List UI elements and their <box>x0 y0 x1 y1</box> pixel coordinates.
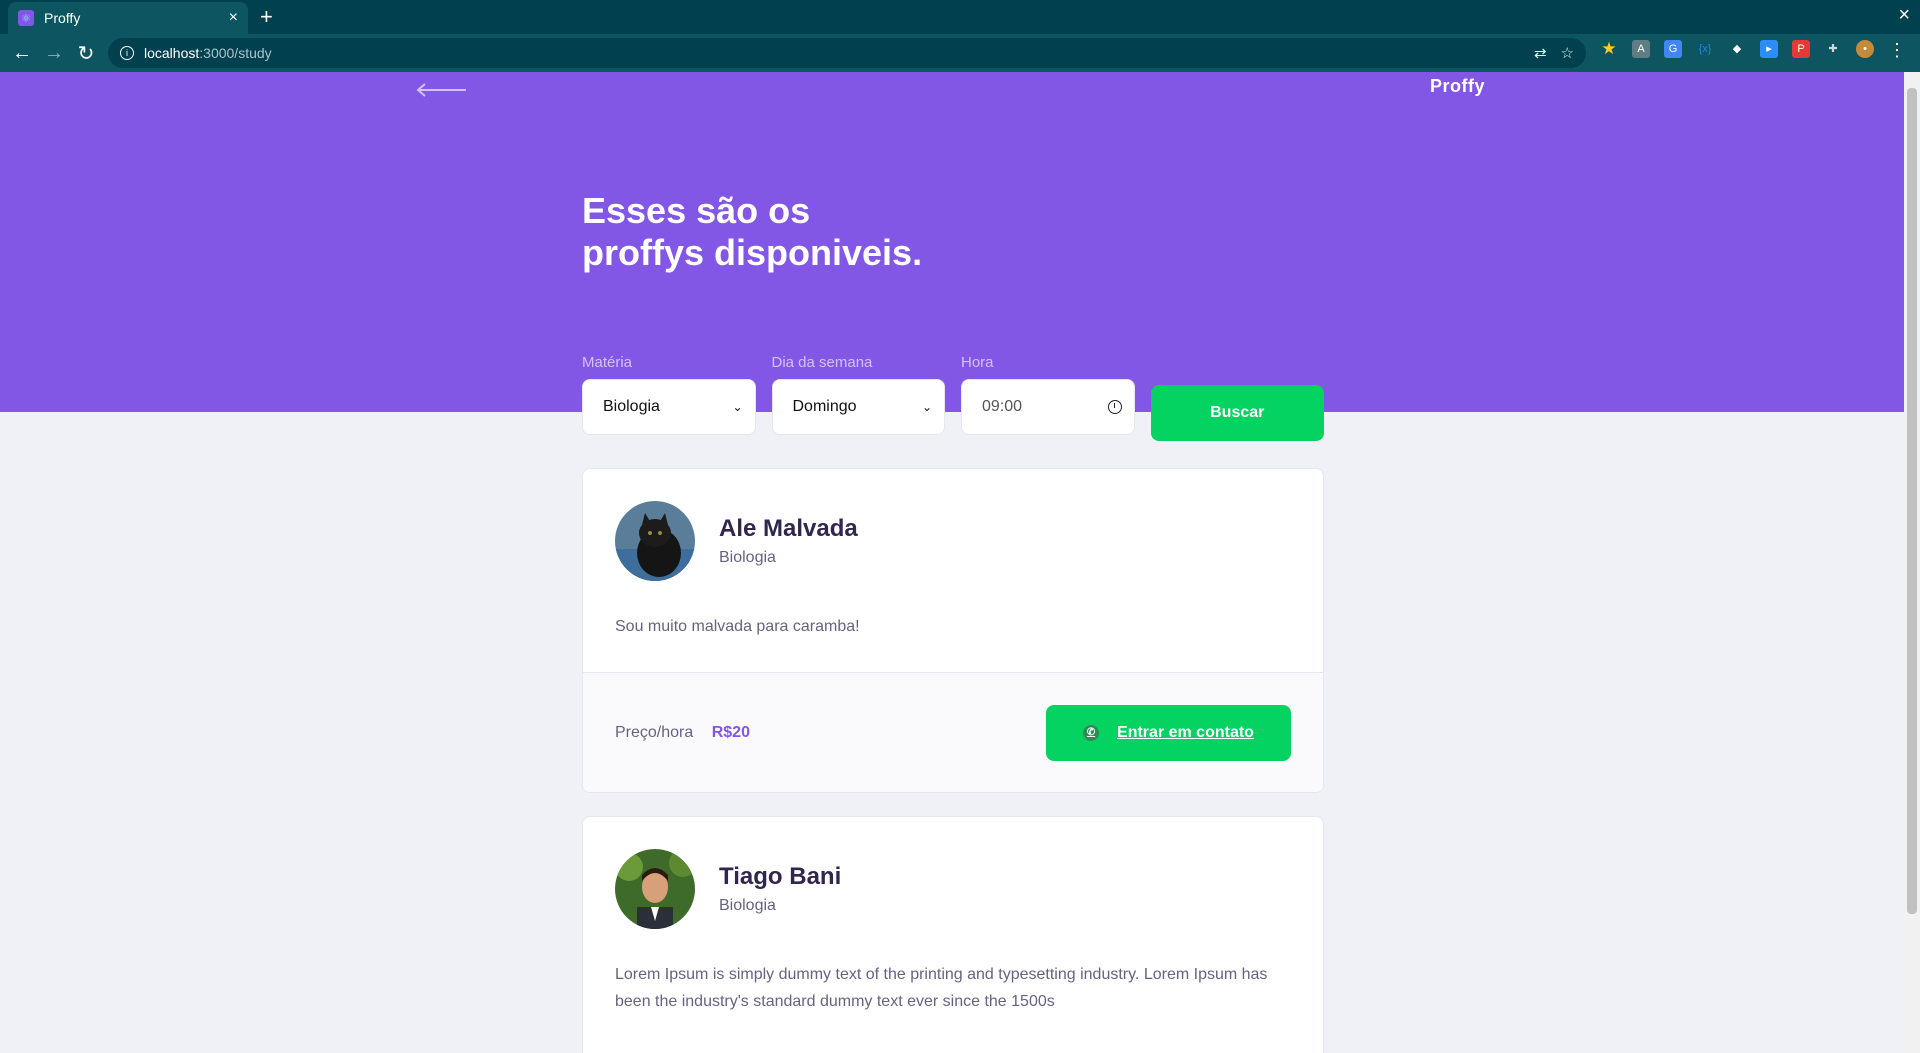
starred-extension-icon[interactable]: ★ <box>1600 40 1618 58</box>
translate-icon[interactable]: ⇄ <box>1534 44 1547 62</box>
teacher-name: Tiago Bani <box>719 863 842 890</box>
pdf-extension-icon[interactable]: P <box>1792 40 1810 58</box>
teacher-bio: Sou muito malvada para caramba! <box>615 618 860 635</box>
back-icon[interactable]: ← <box>6 42 38 65</box>
weekday-filter: Dia da semana Domingo ⌄ <box>771 354 945 441</box>
reader-extension-icon[interactable]: A <box>1632 40 1650 58</box>
search-button[interactable]: Buscar <box>1150 385 1324 441</box>
profile-avatar-icon[interactable]: • <box>1856 40 1874 58</box>
teacher-card: Tiago Bani Biologia Lorem Ipsum is simpl… <box>582 816 1324 1053</box>
contact-button-label: Entrar em contato <box>1117 723 1254 741</box>
teacher-bio: Lorem Ipsum is simply dummy text of the … <box>615 966 1268 1010</box>
close-tab-icon[interactable]: × <box>229 9 238 27</box>
url-path: :3000/study <box>199 45 272 61</box>
price-label: Preço/hora <box>615 723 694 741</box>
subject-filter: Matéria Biologia ⌄ <box>582 354 756 441</box>
page-title-line-2: proffys disponiveis. <box>582 232 923 273</box>
subject-select[interactable]: Biologia ⌄ <box>582 379 756 435</box>
chevron-down-icon: ⌄ <box>921 400 932 414</box>
browser-tab-strip: ⚛ Proffy × + × <box>0 0 1920 34</box>
subject-selected-value: Biologia <box>603 398 660 415</box>
teacher-avatar <box>615 849 695 929</box>
puzzle-extensions-icon[interactable]: ✚ <box>1824 40 1842 58</box>
time-label: Hora <box>961 354 994 371</box>
scrollbar-thumb[interactable] <box>1907 88 1917 914</box>
whatsapp-icon: ✆ <box>1083 724 1100 741</box>
contact-button[interactable]: ✆ Entrar em contato <box>1046 704 1291 761</box>
page-title: Esses são os proffys disponiveis. <box>582 190 922 274</box>
subject-label: Matéria <box>582 354 633 371</box>
weekday-label: Dia da semana <box>771 354 873 371</box>
chevron-down-icon: ⌄ <box>732 400 743 414</box>
reload-icon[interactable]: ↻ <box>70 41 102 66</box>
diamond-extension-icon[interactable]: ◆ <box>1728 40 1746 58</box>
tab-title: Proffy <box>44 10 81 26</box>
study-page: Proffy Esses são os proffys disponiveis.… <box>0 72 1904 1053</box>
teacher-card: Ale Malvada Biologia Sou muito malvada p… <box>582 468 1324 793</box>
price-value: R$20 <box>711 723 750 741</box>
google-translate-extension-icon[interactable]: G <box>1664 40 1682 58</box>
teacher-name: Ale Malvada <box>719 515 858 542</box>
proffy-logo: Proffy <box>1430 76 1486 96</box>
teacher-card-footer: Preço/hora R$20 ✆ Entrar em contato <box>583 672 1323 792</box>
teacher-header: Ale Malvada Biologia <box>583 469 1323 581</box>
browser-menu-icon[interactable]: ⋮ <box>1888 40 1906 61</box>
teacher-subject: Biologia <box>719 549 776 566</box>
forward-icon[interactable]: → <box>38 42 70 65</box>
time-filter: Hora 09:00 <box>961 354 1135 441</box>
bookmark-star-icon[interactable]: ☆ <box>1561 44 1574 62</box>
page-title-line-1: Esses são os <box>582 190 811 231</box>
page-scrollbar[interactable] <box>1904 72 1920 1053</box>
browser-tab[interactable]: ⚛ Proffy × <box>8 2 248 34</box>
teacher-avatar <box>615 501 695 581</box>
teacher-subject: Biologia <box>719 897 776 914</box>
url-host: localhost <box>144 45 200 61</box>
site-info-icon[interactable]: i <box>120 46 134 60</box>
teacher-header: Tiago Bani Biologia <box>583 817 1323 929</box>
weekday-selected-value: Domingo <box>792 398 857 415</box>
new-tab-icon[interactable]: + <box>260 4 273 30</box>
window-close-icon[interactable]: × <box>1898 4 1910 27</box>
back-arrow-icon[interactable] <box>416 82 468 98</box>
address-bar[interactable]: i localhost:3000/study ⇄ ☆ <box>108 38 1586 68</box>
clock-icon[interactable] <box>1107 400 1122 414</box>
price-info: Preço/hora R$20 <box>615 724 750 742</box>
time-value: 09:00 <box>982 398 1023 415</box>
time-input[interactable]: 09:00 <box>961 379 1135 435</box>
weekday-select[interactable]: Domingo ⌄ <box>771 379 945 435</box>
react-favicon-icon: ⚛ <box>18 10 34 26</box>
zoom-extension-icon[interactable]: ▸ <box>1760 40 1778 58</box>
code-extension-icon[interactable]: {x} <box>1696 40 1714 58</box>
search-teachers-form: Matéria Biologia ⌄ Dia da semana Domingo… <box>582 354 1324 441</box>
extensions-bar: ★ A G {x} ◆ ▸ P ✚ • <box>1600 40 1874 58</box>
